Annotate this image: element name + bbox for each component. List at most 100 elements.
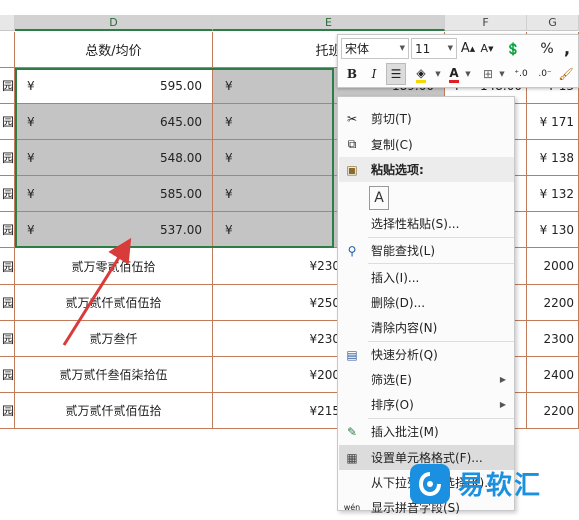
amount: 585.00 (160, 186, 202, 201)
cell-row9-a[interactable]: 园 (0, 357, 15, 393)
amount: 537.00 (160, 222, 202, 237)
borders-icon[interactable]: ⊞ (478, 63, 498, 85)
increase-decimal-icon[interactable]: ⁺.0 (510, 63, 532, 85)
cell-row3-g[interactable]: ¥ 138 (527, 140, 579, 176)
cell-row7-g[interactable]: 2200 (527, 285, 579, 321)
cell-row9-g[interactable]: 2400 (527, 357, 579, 393)
currency-symbol: ¥ (27, 222, 35, 237)
menu-item-paste-special[interactable]: 选择性粘贴(S)... (339, 211, 514, 236)
cell-row5-g[interactable]: ¥ 130 (527, 212, 579, 248)
font-name-value: 宋体 (345, 42, 370, 56)
cell-row2-a[interactable]: 园 (0, 104, 15, 140)
quick-analysis-icon: ▤ (346, 347, 358, 362)
chevron-right-icon: ▶ (499, 400, 506, 409)
italic-button[interactable]: I (364, 63, 384, 85)
cell-row7-d[interactable]: 贰万贰仟贰佰伍拾 (15, 285, 213, 321)
chevron-down-icon: ▼ (399, 44, 405, 52)
column-header-f[interactable]: F (445, 15, 527, 31)
menu-item-delete[interactable]: 删除(D)... (339, 290, 514, 315)
percent-button[interactable]: % (538, 38, 556, 59)
cell-row6-g[interactable]: 2000 (527, 248, 579, 285)
cell-row2-g[interactable]: ¥ 171 (527, 104, 579, 140)
cell-row9-d[interactable]: 贰万贰仟叁佰柒拾伍 (15, 357, 213, 393)
cell-row5-a[interactable]: 园 (0, 212, 15, 248)
currency-symbol: ¥ (27, 78, 35, 93)
cell-row1-a[interactable]: 园 (0, 68, 15, 104)
menu-item-insert-comment[interactable]: ✎ 插入批注(M) (339, 419, 514, 444)
cell-row7-a[interactable]: 园 (0, 285, 15, 321)
currency-symbol: ¥ (27, 114, 35, 129)
cell-row8-d[interactable]: 贰万叁仟 (15, 321, 213, 357)
menu-item-clear-contents[interactable]: 清除内容(N) (339, 315, 514, 340)
cell-row10-d[interactable]: 贰万贰仟贰佰伍拾 (15, 393, 213, 429)
cell-row4-d[interactable]: ¥ 585.00 (15, 176, 213, 212)
column-header-g[interactable]: G (527, 15, 579, 31)
currency-symbol: ¥ (225, 150, 233, 165)
insert-comment-icon: ✎ (346, 424, 358, 439)
site-watermark: 易软汇 (410, 456, 579, 511)
context-menu: ✂ 剪切(T) ⧉ 复制(C) ▣ 粘贴选项: A 选择性粘贴(S)... ⚲ … (337, 96, 515, 515)
paste-icon: ▣ (346, 162, 358, 177)
currency-symbol: ¥ (27, 150, 35, 165)
format-painter-icon[interactable]: 🖌 (556, 63, 576, 85)
menu-item-copy[interactable]: ⧉ 复制(C) (339, 132, 514, 157)
column-header-d[interactable]: D (15, 15, 213, 31)
menu-item-smart-lookup[interactable]: ⚲ 智能查找(L) (339, 238, 514, 263)
cell-row2-d[interactable]: ¥ 645.00 (15, 104, 213, 140)
menu-item-sort[interactable]: 排序(O) ▶ (339, 392, 514, 417)
font-size-dropdown[interactable]: 11 ▼ (411, 38, 457, 59)
menu-item-insert[interactable]: 插入(I)... (339, 265, 514, 290)
currency-symbol: ¥ (225, 114, 233, 129)
decrease-decimal-icon[interactable]: .0⁻ (534, 63, 556, 85)
menu-separator (368, 263, 514, 264)
bold-button[interactable]: B (342, 63, 362, 85)
chevron-down-icon[interactable]: ▼ (464, 63, 472, 85)
cell-row1-d[interactable]: ¥ 595.00 (15, 68, 213, 104)
decrease-font-icon[interactable]: A ▼ (478, 38, 496, 59)
chevron-down-icon[interactable]: ▼ (498, 63, 506, 85)
cell-row10-g[interactable]: 2200 (527, 393, 579, 429)
cell-row4-a[interactable]: 园 (0, 176, 15, 212)
menu-section-paste-options: ▣ 粘贴选项: (339, 157, 514, 182)
format-cells-icon: ▦ (346, 450, 358, 465)
cell-row6-d[interactable]: 贰万零贰佰伍拾 (15, 248, 213, 285)
menu-item-cut[interactable]: ✂ 剪切(T) (339, 106, 514, 131)
paste-keep-text-icon: A (369, 186, 389, 210)
amount: 645.00 (160, 114, 202, 129)
chevron-right-icon: ▶ (499, 375, 506, 384)
chevron-down-icon: ▼ (447, 44, 453, 52)
menu-item-filter[interactable]: 筛选(E) ▶ (339, 367, 514, 392)
currency-symbol: ¥ (225, 222, 233, 237)
paste-option-keep-text[interactable]: A (339, 183, 514, 213)
cell-row4-g[interactable]: ¥ 132 (527, 176, 579, 212)
mini-toolbar: 宋体 ▼ 11 ▼ A ▲ A ▼ 💲 % , B I ☰ ◈ ▼ A ▼ ⊞ ▼ … (337, 34, 579, 88)
chevron-down-icon[interactable]: ▼ (434, 63, 442, 85)
font-name-dropdown[interactable]: 宋体 ▼ (341, 38, 409, 59)
cell-row3-d[interactable]: ¥ 548.00 (15, 140, 213, 176)
cell-row8-a[interactable]: 园 (0, 321, 15, 357)
column-header-e[interactable]: E (213, 15, 445, 31)
currency-format-icon[interactable]: 💲 (501, 38, 525, 59)
center-align-icon[interactable]: ☰ (386, 63, 406, 85)
cell-header-d[interactable]: 总数/均价 (15, 32, 213, 68)
cell-row3-a[interactable]: 园 (0, 140, 15, 176)
comma-style-button[interactable]: , (558, 38, 576, 59)
scissors-icon: ✂ (346, 111, 358, 126)
cell-row10-a[interactable]: 园 (0, 393, 15, 429)
cell-row5-d[interactable]: ¥ 537.00 (15, 212, 213, 248)
menu-item-quick-analysis[interactable]: ▤ 快速分析(Q) (339, 342, 514, 367)
font-color-button[interactable]: A (444, 63, 464, 85)
watermark-text: 易软汇 (458, 471, 543, 501)
ribbon-bottom-strip (0, 0, 579, 15)
currency-symbol: ¥ (225, 78, 233, 93)
fill-color-icon[interactable]: ◈ (410, 63, 432, 85)
cell-row6-a[interactable]: 园 (0, 248, 15, 285)
copy-icon: ⧉ (347, 137, 357, 151)
cell-header-a[interactable] (0, 32, 15, 68)
font-size-value: 11 (415, 41, 431, 56)
watermark-logo-icon (410, 463, 450, 504)
smart-lookup-icon: ⚲ (347, 243, 357, 258)
column-header-c[interactable] (0, 15, 15, 31)
increase-font-icon[interactable]: A ▲ (459, 38, 477, 59)
cell-row8-g[interactable]: 2300 (527, 321, 579, 357)
